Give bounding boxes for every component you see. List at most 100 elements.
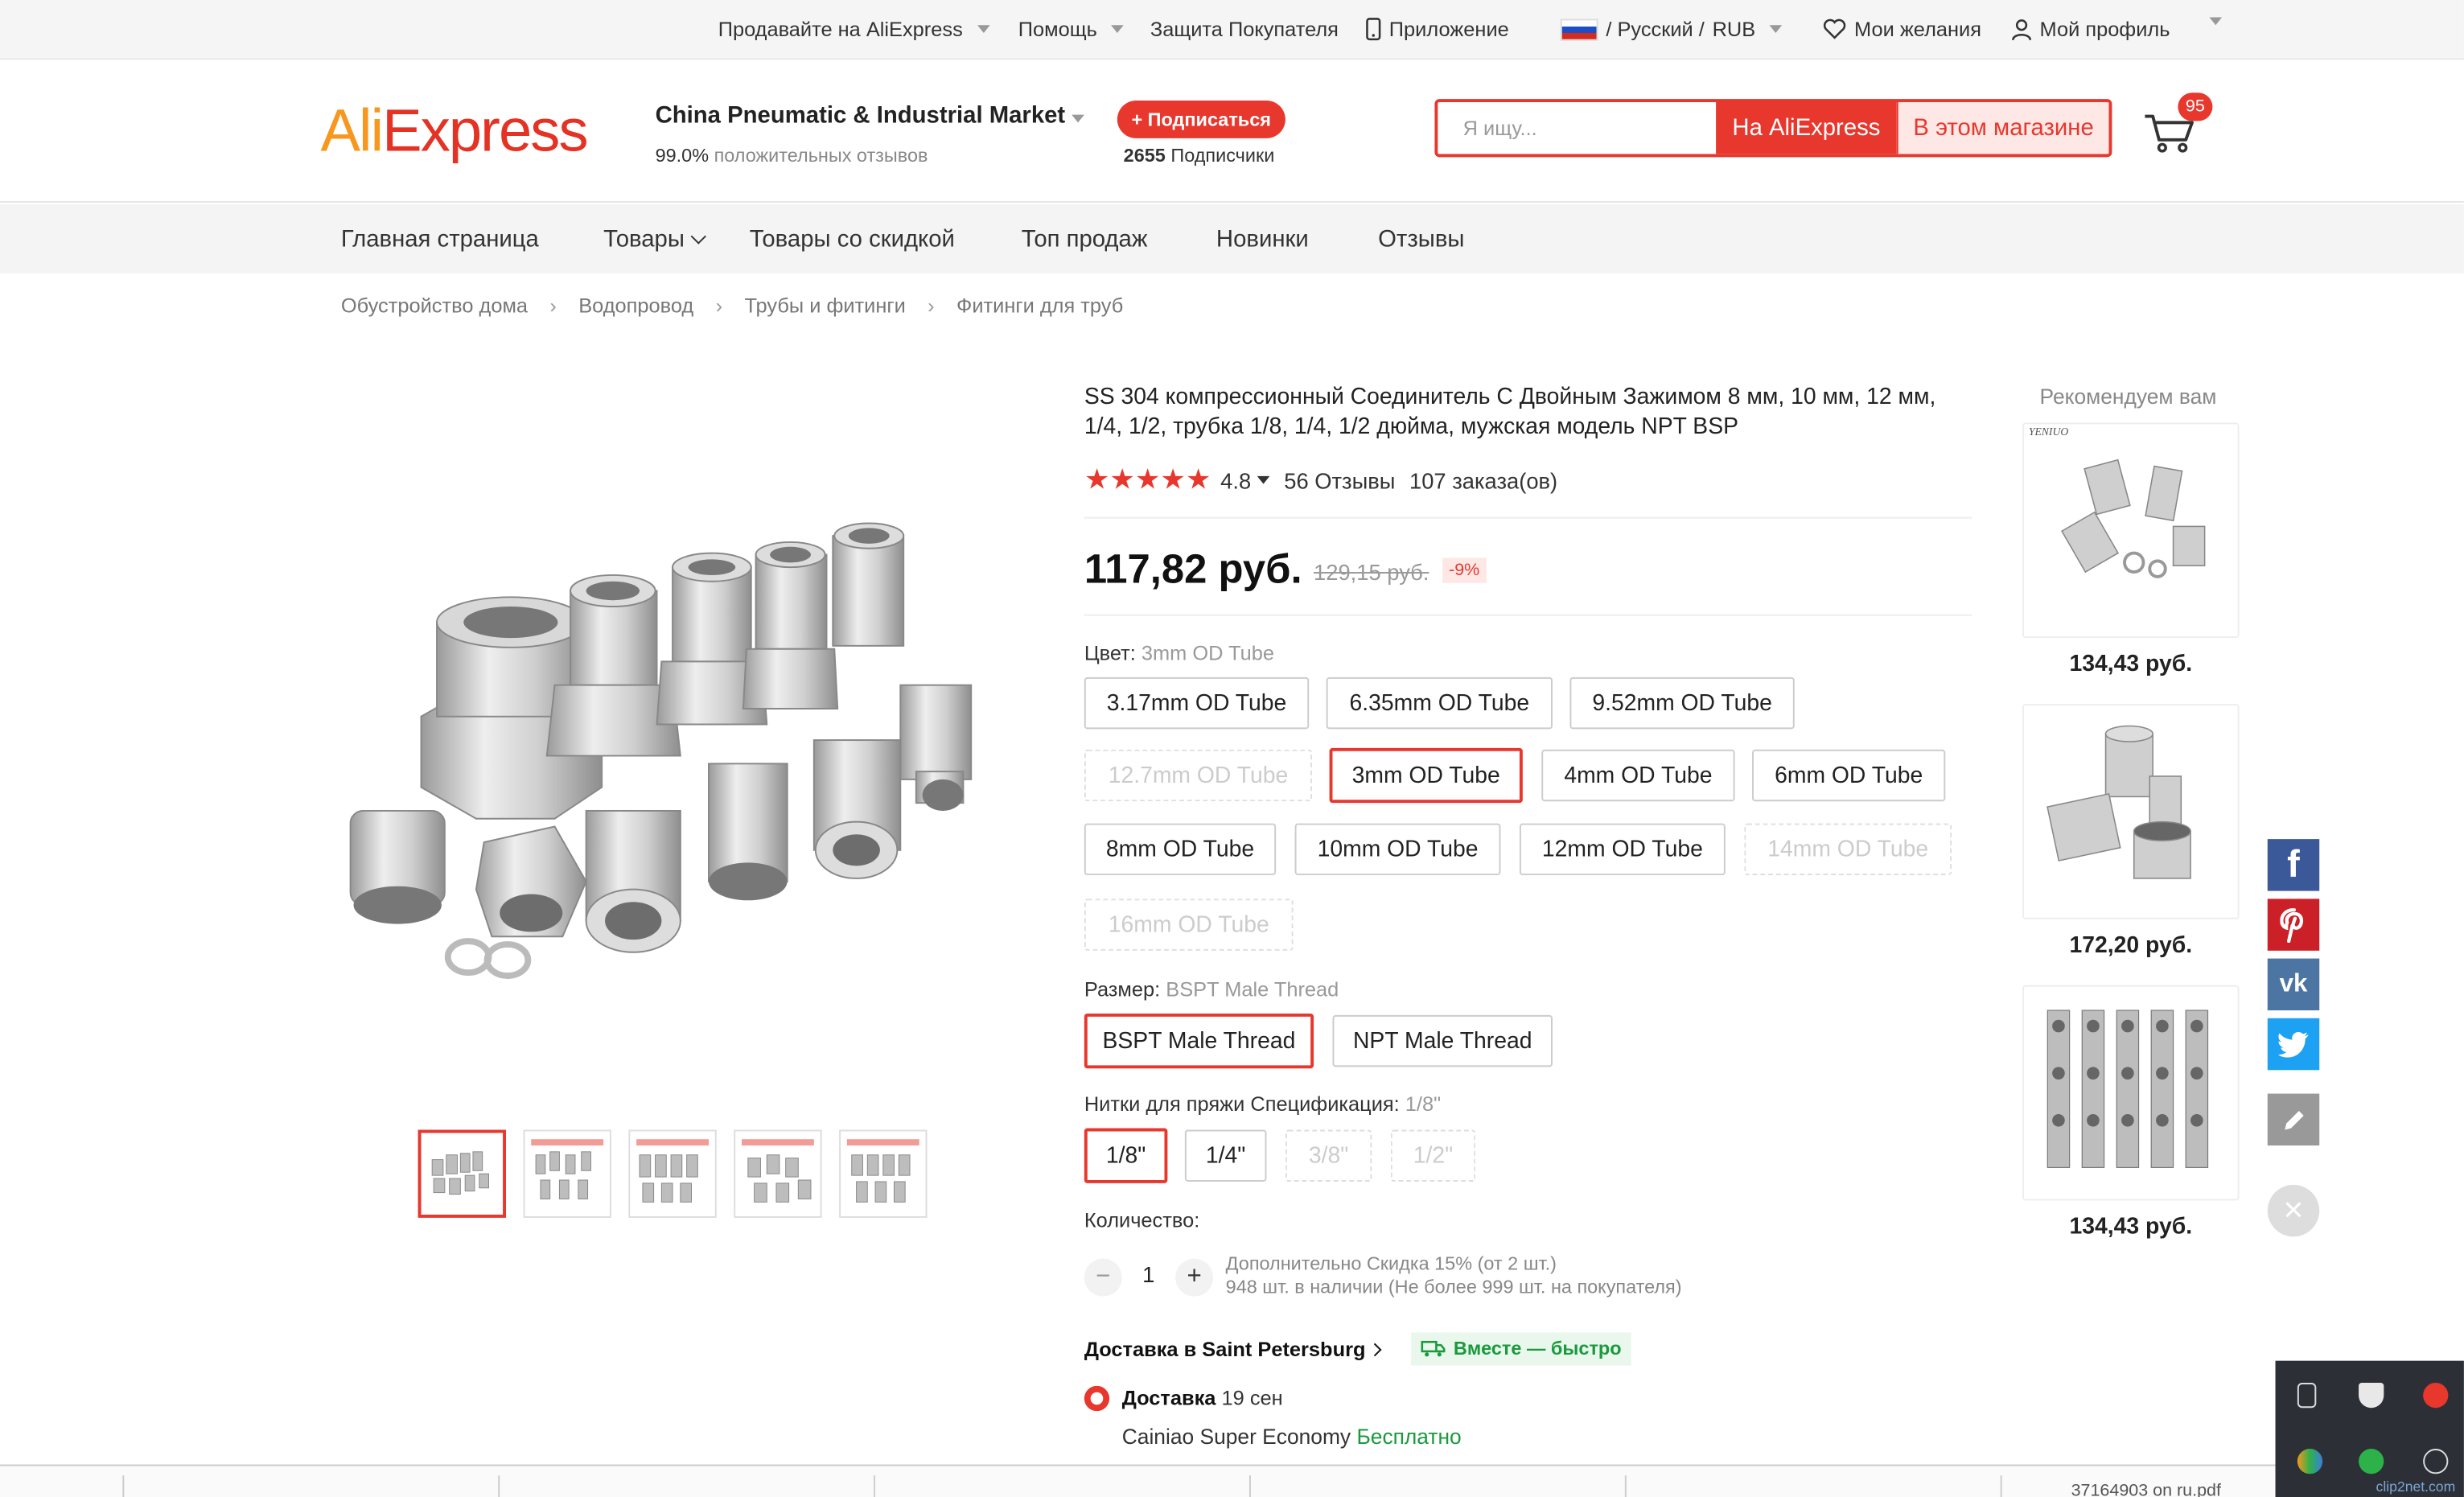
color-option-disabled[interactable]: 12.7mm OD Tube bbox=[1084, 749, 1313, 802]
color-label-text: Цвет: bbox=[1084, 640, 1136, 665]
system-tray bbox=[2275, 1360, 2464, 1497]
usb-icon[interactable] bbox=[2297, 1382, 2317, 1409]
shield-icon[interactable] bbox=[2359, 1382, 2384, 1409]
language-currency-selector[interactable]: / Русский / RUB bbox=[1560, 17, 1783, 41]
breadcrumb-item[interactable]: Обустройство дома bbox=[341, 294, 528, 317]
subscribe-button[interactable]: + Подписаться bbox=[1117, 101, 1285, 138]
breadcrumb-item[interactable]: Трубы и фитинги bbox=[744, 294, 905, 317]
together-fast-badge: Вместе — быстро bbox=[1411, 1332, 1631, 1366]
delivery-date-value: 19 сен bbox=[1221, 1385, 1283, 1410]
profile-menu[interactable]: Мой профиль bbox=[2011, 17, 2170, 41]
nav-products[interactable]: Товары bbox=[603, 226, 706, 253]
search-input[interactable] bbox=[1438, 101, 1717, 154]
delivery-date: Доставка 19 сен bbox=[1122, 1386, 1283, 1409]
subscribers-number: 2655 bbox=[1123, 144, 1166, 167]
thumbnail[interactable] bbox=[734, 1129, 822, 1218]
feedback-percent: 99.0% bbox=[655, 144, 710, 167]
color-option[interactable]: 10mm OD Tube bbox=[1294, 823, 1501, 876]
divider bbox=[874, 1475, 876, 1497]
thread-option[interactable]: 1/4" bbox=[1184, 1129, 1267, 1182]
size-option-selected[interactable]: BSPT Male Thread bbox=[1084, 1013, 1314, 1069]
chevron-down-icon bbox=[2209, 17, 2223, 26]
recommend-title: Рекомендуем вам bbox=[2039, 385, 2217, 409]
thumbnail[interactable] bbox=[628, 1129, 717, 1218]
divider bbox=[122, 1475, 125, 1497]
facebook-icon[interactable]: f bbox=[2267, 839, 2320, 891]
help-menu[interactable]: Помощь bbox=[1018, 17, 1125, 41]
color-option[interactable]: 6mm OD Tube bbox=[1752, 749, 1946, 802]
thread-label: Нитки для пряжи Спецификация: 1/8" bbox=[1084, 1092, 1441, 1116]
search-aliexpress-button[interactable]: На AliExpress bbox=[1716, 101, 1897, 154]
thumbnail[interactable] bbox=[523, 1129, 611, 1218]
recommend-card[interactable]: YENIUO bbox=[2022, 422, 2240, 639]
search-store-button[interactable]: В этом магазине bbox=[1896, 101, 2109, 154]
breadcrumb-item[interactable]: Водопровод bbox=[578, 294, 693, 317]
currency-label: RUB bbox=[1712, 17, 1756, 41]
color-option[interactable]: 3.17mm OD Tube bbox=[1084, 677, 1310, 730]
thread-option-selected[interactable]: 1/8" bbox=[1084, 1128, 1168, 1183]
sell-on-aliexpress-link[interactable]: Продавайте на AliExpress bbox=[718, 17, 990, 41]
nav-top-sales[interactable]: Топ продаж bbox=[1022, 226, 1148, 253]
pinterest-icon[interactable] bbox=[2267, 899, 2320, 951]
star-rating-icon: ★★★★★ bbox=[1084, 463, 1211, 496]
carrier-price: Бесплатно bbox=[1356, 1425, 1462, 1450]
recommend-card[interactable] bbox=[2022, 985, 2240, 1201]
nav-new[interactable]: Новинки bbox=[1216, 226, 1309, 253]
thumbnail-image bbox=[846, 1139, 919, 1203]
speedometer-icon[interactable] bbox=[2423, 1382, 2449, 1409]
network-icon[interactable] bbox=[2359, 1449, 2384, 1474]
more-dropdown[interactable] bbox=[2203, 17, 2223, 26]
help-label: Помощь bbox=[1018, 17, 1097, 41]
color-option-disabled[interactable]: 16mm OD Tube bbox=[1084, 899, 1294, 951]
wishlist-link[interactable]: Мои желания bbox=[1823, 17, 1981, 41]
clip2net-watermark: clip2net.com bbox=[2376, 1478, 2456, 1495]
color-wheel-icon[interactable] bbox=[2297, 1449, 2323, 1474]
store-name[interactable]: China Pneumatic & Industrial Market bbox=[656, 102, 1084, 129]
thread-option-disabled[interactable]: 3/8" bbox=[1285, 1129, 1372, 1182]
thumbnail[interactable] bbox=[839, 1129, 928, 1218]
color-option-selected[interactable]: 3mm OD Tube bbox=[1329, 747, 1523, 804]
quantity-decrease-button[interactable]: − bbox=[1084, 1258, 1122, 1297]
twitter-icon[interactable] bbox=[2267, 1018, 2320, 1071]
size-option[interactable]: NPT Male Thread bbox=[1332, 1014, 1553, 1067]
search-bar: На AliExpress В этом магазине bbox=[1434, 99, 2112, 158]
subscribers-count: 2655 Подписчики bbox=[1124, 145, 1275, 167]
thread-option-disabled[interactable]: 1/2" bbox=[1390, 1129, 1476, 1182]
color-option[interactable]: 9.52mm OD Tube bbox=[1569, 677, 1795, 730]
color-option[interactable]: 8mm OD Tube bbox=[1084, 823, 1277, 876]
app-link[interactable]: Приложение bbox=[1366, 17, 1509, 41]
quantity-increase-button[interactable]: + bbox=[1175, 1258, 1214, 1297]
reviews-count[interactable]: 56 Отзывы bbox=[1284, 467, 1395, 492]
edit-icon[interactable] bbox=[2267, 1093, 2320, 1146]
chevron-right-icon bbox=[1368, 1342, 1382, 1356]
color-option[interactable]: 4mm OD Tube bbox=[1541, 749, 1735, 802]
vk-icon[interactable]: vk bbox=[2267, 958, 2320, 1011]
nav-discounts[interactable]: Товары со скидкой bbox=[750, 226, 955, 253]
product-rating[interactable]: ★★★★★ 4.8 56 Отзывы 107 заказа(ов) bbox=[1084, 463, 1557, 496]
color-option[interactable]: 12mm OD Tube bbox=[1519, 823, 1726, 876]
aliexpress-logo[interactable]: AliExpress bbox=[320, 99, 588, 167]
color-option[interactable]: 6.35mm OD Tube bbox=[1326, 677, 1553, 730]
quantity-value[interactable]: 1 bbox=[1142, 1262, 1154, 1287]
buyer-protection-link[interactable]: Защита Покупателя bbox=[1150, 17, 1339, 40]
product-main-image[interactable] bbox=[335, 450, 1010, 1031]
recommend-card[interactable] bbox=[2022, 704, 2240, 919]
thumbnail[interactable] bbox=[418, 1129, 506, 1218]
breadcrumb-item[interactable]: Фитинги для труб bbox=[956, 294, 1123, 317]
cloud-icon[interactable] bbox=[2423, 1449, 2449, 1474]
close-icon[interactable]: × bbox=[2267, 1184, 2320, 1237]
nav-reviews[interactable]: Отзывы bbox=[1378, 226, 1464, 253]
delivery-radio[interactable] bbox=[1084, 1385, 1110, 1412]
color-option-disabled[interactable]: 14mm OD Tube bbox=[1744, 823, 1952, 876]
user-icon bbox=[2012, 19, 2032, 40]
recommend-image bbox=[2046, 725, 2191, 879]
breadcrumb: Обустройство дома › Водопровод › Трубы и… bbox=[341, 294, 1123, 317]
sell-label: Продавайте на AliExpress bbox=[718, 17, 963, 41]
download-file-name[interactable]: 37164903 on ru.pdf bbox=[2071, 1482, 2221, 1497]
recommend-price: 134,43 руб. bbox=[2069, 1214, 2193, 1240]
pencil-glyph bbox=[2284, 1110, 2303, 1129]
divider bbox=[1084, 614, 1972, 616]
nav-home[interactable]: Главная страница bbox=[341, 226, 539, 253]
stock-text: 948 шт. в наличии (Не более 999 шт. на п… bbox=[1225, 1276, 1682, 1298]
ship-to-selector[interactable]: Доставка в Saint Petersburg bbox=[1084, 1337, 1382, 1361]
